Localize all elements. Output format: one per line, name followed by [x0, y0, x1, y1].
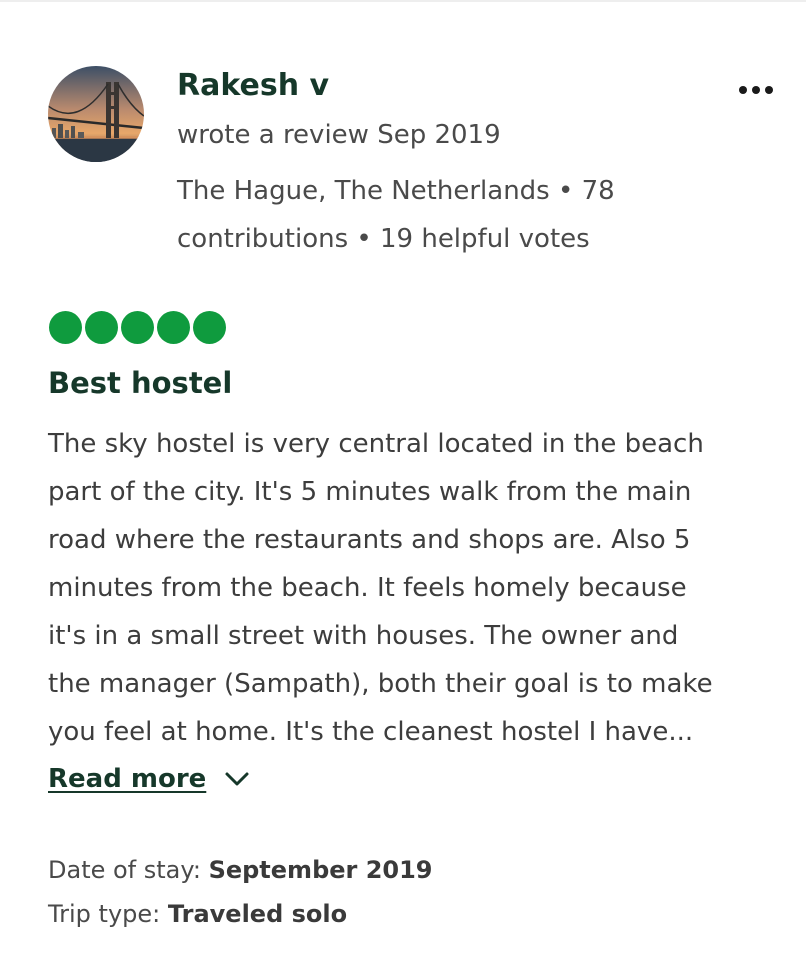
review-body-line: The sky hostel is very central located i… [48, 429, 704, 459]
rating-bubble [157, 311, 190, 344]
trip-type-label: Trip type: [48, 900, 161, 928]
more-options-button[interactable] [730, 70, 782, 110]
rating-bubbles [49, 311, 226, 344]
bridge-photo-avatar [48, 66, 144, 162]
rating-bubble [49, 311, 82, 344]
avatar[interactable] [48, 66, 144, 162]
review-body-line: the manager (Sampath), both their goal i… [48, 669, 713, 699]
rating-bubble [121, 311, 154, 344]
trip-type: Trip type: Traveled solo [48, 896, 347, 932]
trip-type-value: Traveled solo [167, 900, 348, 928]
top-divider [0, 0, 806, 2]
review-body: The sky hostel is very central located i… [48, 420, 788, 756]
review-body-line: minutes from the beach. It feels homely … [48, 573, 687, 603]
review-body-line: road where the restaurants and shops are… [48, 525, 691, 555]
read-more-button[interactable]: Read more [48, 758, 250, 800]
date-of-stay-value: September 2019 [208, 856, 433, 884]
date-of-stay-label: Date of stay: [48, 856, 201, 884]
author-location: The Hague, The Netherlands • 78 [177, 176, 615, 206]
chevron-down-icon [225, 772, 249, 786]
review-body-line: it's in a small street with houses. The … [48, 621, 679, 651]
review-activity: wrote a review Sep 2019 [177, 120, 501, 150]
review-body-line: you feel at home. It's the cleanest host… [48, 717, 694, 747]
rating-bubble [85, 311, 118, 344]
date-of-stay: Date of stay: September 2019 [48, 852, 433, 888]
review-title: Best hostel [48, 366, 233, 400]
more-options-icon [739, 86, 773, 94]
read-more-label: Read more [48, 764, 207, 794]
author-name[interactable]: Rakesh v [177, 64, 329, 108]
rating-bubble [193, 311, 226, 344]
review-body-line: part of the city. It's 5 minutes walk fr… [48, 477, 692, 507]
author-stats: contributions • 19 helpful votes [177, 224, 590, 254]
